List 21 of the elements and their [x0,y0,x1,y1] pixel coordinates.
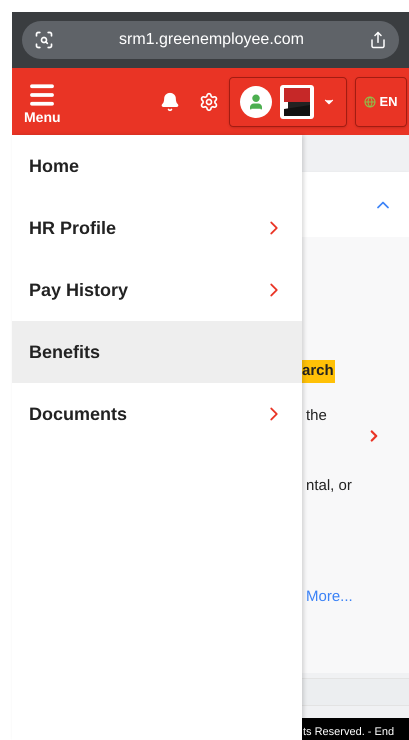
bell-icon[interactable] [160,92,180,112]
footer-text: ts Reserved. - End [303,726,394,738]
menu-button[interactable]: Menu [24,80,61,124]
avatar-icon [240,86,272,118]
body-text: ntal, or [305,476,353,496]
menu-item[interactable]: Benefits [12,321,302,383]
company-logo [280,84,314,118]
menu-item[interactable]: Pay History [12,259,302,321]
address-bar[interactable]: srm1.greenemployee.com [22,21,399,59]
lens-icon[interactable] [34,30,54,50]
body-text: the [305,406,328,426]
account-button[interactable] [229,76,347,126]
url-text: srm1.greenemployee.com [118,30,305,50]
share-icon[interactable] [369,31,387,49]
menu-item[interactable]: HR Profile [12,197,302,259]
menu-item[interactable]: Documents [12,383,302,445]
settings-icon[interactable] [199,92,219,112]
menu-item[interactable]: Home [12,135,302,197]
globe-icon [364,96,376,108]
highlighted-text: arch [302,360,335,383]
language-button[interactable]: EN [355,76,407,126]
